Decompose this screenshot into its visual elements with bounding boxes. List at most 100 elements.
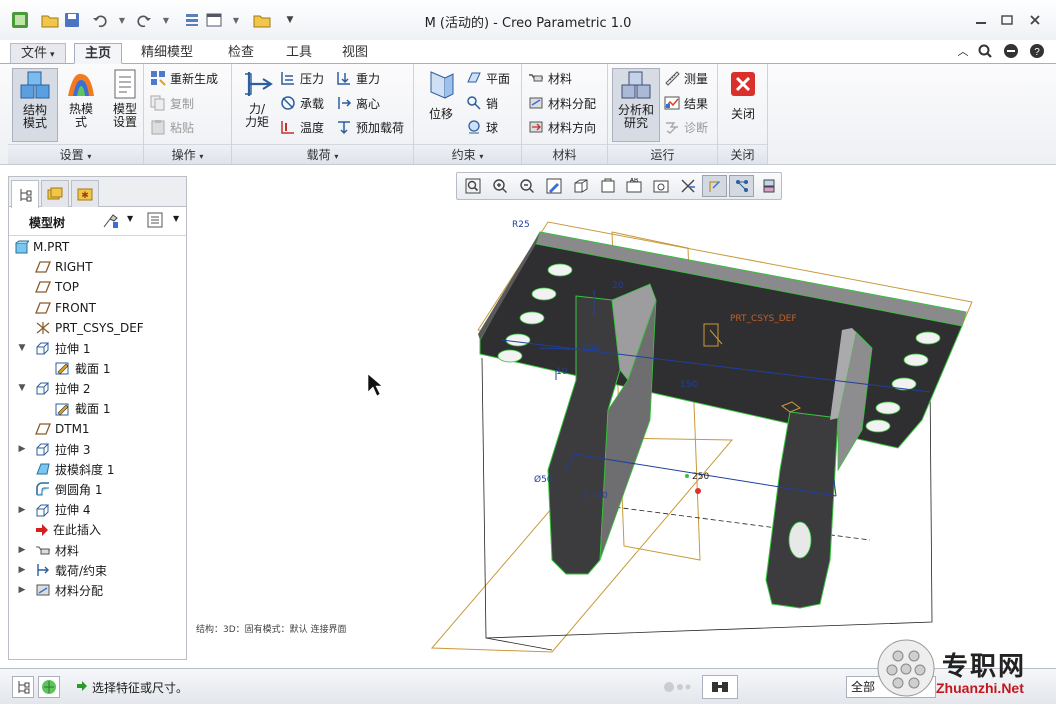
settings-icon[interactable] [101, 213, 121, 232]
minimize-ribbon-icon[interactable]: ︿ [954, 42, 972, 60]
redo-dropdown-icon[interactable]: ▼ [156, 10, 176, 30]
close-window-icon[interactable] [252, 10, 272, 30]
tree-item[interactable]: 截面 1 [55, 358, 110, 378]
material-assignment-button[interactable]: 材料分配 [528, 93, 596, 113]
tree-item[interactable]: FRONT [35, 298, 96, 318]
operations-group-label[interactable]: 操作 ▾ [144, 144, 231, 164]
constraints-group-label[interactable]: 约束 ▾ [414, 144, 521, 164]
model-tree-tab-icon[interactable] [11, 180, 39, 208]
save-icon[interactable] [62, 10, 82, 30]
folder-browser-tab-icon[interactable] [41, 180, 69, 207]
help-icon[interactable]: ? [1028, 42, 1046, 60]
tree-item[interactable]: 拉伸 4 [35, 500, 90, 520]
minimize-icon[interactable] [970, 12, 992, 28]
search-icon[interactable] [976, 42, 994, 60]
temperature-button[interactable]: 温度 [280, 117, 324, 137]
tab-view[interactable]: 视图 [332, 43, 378, 64]
model-setup-button[interactable]: 模型 设置 [102, 68, 148, 129]
tab-inspect[interactable]: 检查 [218, 43, 264, 64]
structure-mode-button[interactable]: 结构 模式 [12, 68, 58, 142]
refit-icon[interactable] [461, 175, 486, 197]
undo-dropdown-icon[interactable]: ▼ [112, 10, 132, 30]
repaint-icon[interactable] [541, 175, 566, 197]
displacement-button[interactable]: 位移 [418, 68, 464, 121]
graphics-area[interactable]: R25 PRT_CSYS_DEF 100 150 250 Ø50 2.100 2… [190, 200, 1056, 666]
measure-button[interactable]: 测量 [664, 68, 708, 88]
tree-item[interactable]: 拉伸 1 [35, 338, 90, 358]
window-icon[interactable] [204, 10, 224, 30]
tab-home[interactable]: 主页 [74, 43, 123, 64]
zoom-out-icon[interactable] [515, 175, 540, 197]
restore-icon[interactable] [996, 12, 1018, 28]
collapse-toggle-icon[interactable]: ▼ [17, 383, 27, 393]
find-icon[interactable] [702, 675, 738, 699]
datum-display-icon[interactable] [702, 175, 728, 197]
browser-icon[interactable] [38, 676, 60, 698]
undo-icon[interactable] [90, 10, 110, 30]
redo-icon[interactable] [134, 10, 154, 30]
tree-item[interactable]: DTM1 [35, 419, 90, 439]
regenerate-button[interactable]: 重新生成 [150, 68, 218, 88]
tree-item[interactable]: 截面 1 [55, 399, 110, 419]
gravity-button[interactable]: 重力 [336, 68, 380, 88]
tree-item[interactable]: 材料分配 [35, 580, 103, 600]
expand-toggle-icon[interactable]: ▶ [17, 444, 27, 454]
display-style-icon[interactable] [568, 175, 593, 197]
annotation-display-icon[interactable] [676, 175, 701, 197]
community-icon[interactable] [1002, 42, 1020, 60]
tree-item[interactable]: PRT_CSYS_DEF [35, 318, 144, 338]
tree-item[interactable]: 拔模斜度 1 [35, 459, 114, 479]
expand-toggle-icon[interactable]: ▶ [17, 505, 27, 515]
tab-refine-model[interactable]: 精细模型 [131, 43, 203, 64]
expand-toggle-icon[interactable]: ▶ [17, 585, 27, 595]
settings-dropdown-icon[interactable]: ▼ [127, 214, 133, 223]
window-dropdown-icon[interactable]: ▼ [226, 10, 246, 30]
results-button[interactable]: 结果 [664, 93, 708, 113]
app-icon[interactable] [10, 10, 30, 30]
expand-toggle-icon[interactable]: ▶ [17, 545, 27, 555]
ball-button[interactable]: 球 [466, 117, 498, 137]
centrifugal-button[interactable]: 离心 [336, 93, 380, 113]
show-icon[interactable] [147, 212, 163, 231]
tree-item[interactable]: 材料 [35, 540, 79, 560]
csys-display-icon[interactable] [756, 175, 781, 197]
planar-button[interactable]: 平面 [466, 68, 510, 88]
paste-button[interactable]: 粘贴 [150, 117, 194, 137]
tree-item[interactable]: RIGHT [35, 257, 93, 277]
point-display-icon[interactable] [729, 175, 755, 197]
pressure-button[interactable]: 压力 [280, 68, 324, 88]
pin-button[interactable]: 销 [466, 93, 498, 113]
perspective-icon[interactable] [649, 175, 674, 197]
regenerate-icon[interactable] [182, 10, 202, 30]
tree-item[interactable]: 拉伸 3 [35, 439, 90, 459]
toggle-navigator-icon[interactable] [12, 676, 34, 698]
bearing-button[interactable]: 承载 [280, 93, 324, 113]
diagnostics-button[interactable]: 诊断 [664, 117, 708, 137]
customize-icon[interactable]: ▼ [280, 10, 300, 30]
tree-item[interactable]: 倒圆角 1 [35, 479, 102, 499]
favorites-tab-icon[interactable]: ✱ [71, 180, 99, 207]
open-icon[interactable] [40, 10, 60, 30]
show-dropdown-icon[interactable]: ▼ [173, 214, 179, 223]
tree-item[interactable]: TOP [35, 277, 79, 297]
close-button[interactable]: 关闭 [720, 68, 766, 121]
tree-item[interactable]: 在此插入 [35, 520, 101, 540]
preload-button[interactable]: 预加载荷 [336, 117, 404, 137]
tab-tools[interactable]: 工具 [276, 43, 322, 64]
material-button[interactable]: 材料 [528, 68, 572, 88]
copy-button[interactable]: 复制 [150, 93, 194, 113]
force-moment-button[interactable]: 力/ 力矩 [234, 68, 280, 129]
tree-item[interactable]: M.PRT [15, 237, 69, 257]
tree-item[interactable]: 载荷/约束 [35, 560, 107, 580]
expand-toggle-icon[interactable]: ▶ [17, 565, 27, 575]
view-manager-icon[interactable]: AB [622, 175, 647, 197]
tab-file[interactable]: 文件 ▾ [10, 43, 66, 64]
saved-views-icon[interactable] [595, 175, 620, 197]
thermal-mode-button[interactable]: 热模 式 [58, 68, 104, 129]
tree-item[interactable]: 拉伸 2 [35, 378, 90, 398]
analyses-studies-button[interactable]: 分析和 研究 [612, 68, 660, 142]
loads-group-label[interactable]: 载荷 ▾ [232, 144, 413, 164]
close-icon[interactable] [1024, 12, 1046, 28]
zoom-in-icon[interactable] [488, 175, 513, 197]
material-orientation-button[interactable]: 材料方向 [528, 117, 596, 137]
